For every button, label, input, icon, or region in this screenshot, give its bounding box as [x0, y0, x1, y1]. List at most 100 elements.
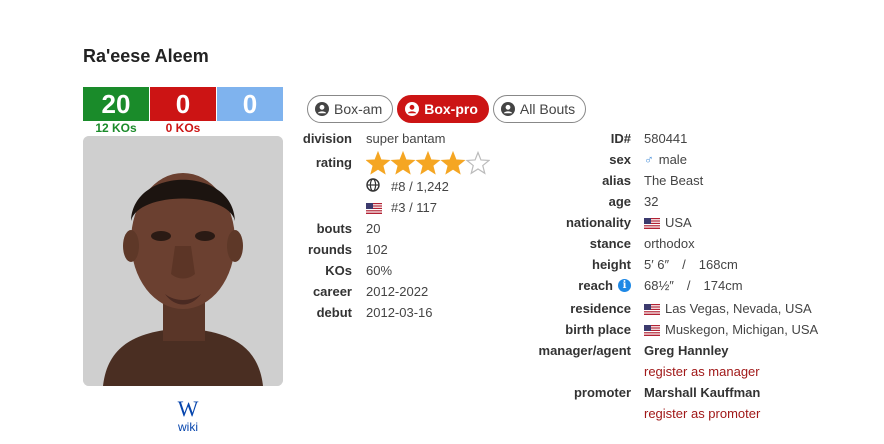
sex-label: sex	[609, 152, 631, 167]
age-value: 32	[644, 194, 659, 209]
usa-flag-icon	[366, 202, 382, 214]
id-label: ID#	[610, 131, 631, 146]
bouts-value-row: 20	[366, 218, 380, 239]
reach-imperial: 68½″	[644, 278, 674, 293]
user-circle-icon	[315, 102, 329, 116]
losses-kos: 0 KOs	[165, 121, 201, 135]
alias-value-row: The Beast	[644, 170, 703, 191]
tab-box-pro[interactable]: Box-pro	[397, 95, 489, 123]
rounds-label-row: rounds	[300, 239, 352, 260]
star-filled-icon	[390, 151, 416, 175]
tab-box-am[interactable]: Box-am	[307, 95, 394, 123]
tab-all-bouts[interactable]: All Bouts	[492, 95, 587, 123]
division-value: super bantam	[366, 131, 446, 146]
draws-count: 0	[217, 87, 283, 121]
id-label-row: ID#	[520, 128, 631, 149]
register-manager-link[interactable]: register as manager	[644, 364, 760, 379]
user-circle-icon	[405, 102, 420, 116]
star-filled-icon	[440, 151, 466, 175]
height-label: height	[592, 257, 631, 272]
height-separator: /	[682, 257, 686, 272]
wiki-label: wiki	[178, 420, 198, 434]
height-metric: 168cm	[698, 257, 738, 272]
kos-label: KOs	[325, 263, 352, 278]
world-rank: #8 / 1,242	[391, 179, 449, 194]
wiki-link[interactable]: W wiki	[168, 396, 208, 435]
nationality-value: USA	[665, 215, 692, 230]
alias-label: alias	[602, 173, 631, 188]
stance-value: orthodox	[644, 236, 695, 251]
country-rank-row: #3 / 117	[366, 197, 437, 218]
register-promoter-row: register as promoter	[644, 403, 760, 424]
boxer-photo[interactable]	[83, 136, 283, 386]
tab-label: Box-am	[334, 101, 383, 117]
birthplace-label-row: birth place	[520, 319, 631, 340]
world-rank-row: #8 / 1,242	[366, 176, 449, 197]
id-value-row: 580441	[644, 128, 687, 149]
promoter-label-row: promoter	[520, 382, 631, 403]
debut-value-row: 2012-03-16	[366, 302, 433, 323]
reach-label: reach	[578, 278, 613, 293]
nationality-label-row: nationality	[520, 212, 631, 233]
manager-value[interactable]: Greg Hannley	[644, 343, 729, 358]
promoter-value[interactable]: Marshall Kauffman	[644, 385, 760, 400]
bouts-value: 20	[366, 221, 381, 236]
wins-count: 20	[83, 87, 149, 121]
birthplace-value: Muskegon, Michigan, USA	[665, 322, 819, 337]
boxer-name: Ra'eese Aleem	[83, 46, 209, 66]
rounds-value: 102	[366, 242, 388, 257]
id-value: 580441	[644, 131, 688, 146]
age-value-row: 32	[644, 191, 658, 212]
debut-label-row: debut	[300, 302, 352, 323]
stance-label-row: stance	[520, 233, 631, 254]
rating-label-row: rating	[300, 152, 352, 173]
wikipedia-icon: W	[177, 396, 199, 421]
register-manager-row: register as manager	[644, 361, 760, 382]
stance-value-row: orthodox	[644, 233, 695, 254]
age-label: age	[608, 194, 631, 209]
register-promoter-link[interactable]: register as promoter	[644, 406, 760, 421]
wins-kos: 12 KOs	[95, 121, 137, 135]
usa-flag-icon	[644, 303, 660, 315]
stance-label: stance	[589, 236, 631, 251]
birthplace-label: birth place	[565, 322, 631, 337]
residence-value: Las Vegas, Nevada, USA	[665, 301, 812, 316]
star-empty-icon	[465, 151, 490, 175]
career-value-row: 2012-2022	[366, 281, 428, 302]
usa-flag-icon	[644, 324, 660, 336]
sex-value: male	[658, 152, 687, 167]
division-value-row: super bantam	[366, 128, 446, 149]
bout-tabs: Box-am Box-pro All Bouts	[307, 95, 587, 123]
reach-label-row: reach i	[520, 275, 631, 296]
manager-value-row: Greg Hannley	[644, 340, 729, 361]
career-label: career	[312, 284, 352, 299]
career-value: 2012-2022	[366, 284, 429, 299]
kos-value: 60%	[366, 263, 393, 278]
rounds-value-row: 102	[366, 239, 388, 260]
losses-count: 0	[150, 87, 216, 121]
alias-label-row: alias	[520, 170, 631, 191]
kos-value-row: 60%	[366, 260, 392, 281]
promoter-value-row: Marshall Kauffman	[644, 382, 760, 403]
birthplace-value-row: Muskegon, Michigan, USA	[644, 319, 818, 340]
residence-label: residence	[570, 301, 631, 316]
record-box: 20 0 0	[83, 87, 283, 121]
reach-metric: 174cm	[703, 278, 743, 293]
manager-label-row: manager/agent	[520, 340, 631, 361]
male-icon: ♂	[644, 152, 654, 167]
sex-value-row: ♂ male	[644, 149, 687, 170]
age-label-row: age	[520, 191, 631, 212]
country-rank: #3 / 117	[391, 200, 438, 215]
nationality-label: nationality	[565, 215, 631, 230]
debut-label: debut	[316, 305, 352, 320]
star-filled-icon	[415, 151, 441, 175]
height-label-row: height	[520, 254, 631, 275]
rating-stars	[366, 150, 490, 176]
rating-label: rating	[315, 155, 352, 170]
residence-label-row: residence	[520, 298, 631, 319]
tab-label: Box-pro	[424, 101, 478, 117]
info-icon[interactable]: i	[618, 279, 631, 292]
height-value-row: 5′ 6″ / 168cm	[644, 254, 738, 275]
globe-icon	[366, 178, 380, 195]
debut-value: 2012-03-16	[366, 305, 433, 320]
